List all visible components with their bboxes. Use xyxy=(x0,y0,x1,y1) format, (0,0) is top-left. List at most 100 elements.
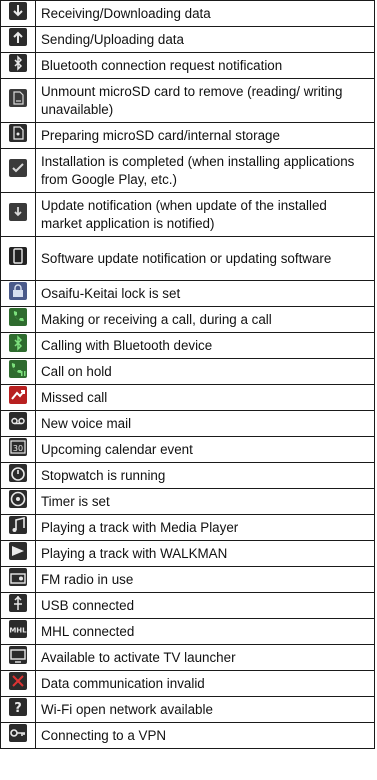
icon-description: Upcoming calendar event xyxy=(35,436,375,463)
icon-description: Call on hold xyxy=(35,358,375,385)
media-player-icon xyxy=(9,516,27,534)
icon-description: MHL connected xyxy=(35,618,375,645)
icon-cell xyxy=(0,722,36,749)
icon-cell xyxy=(0,306,36,333)
phone-call-icon xyxy=(9,308,27,326)
icon-description: Unmount microSD card to remove (reading/… xyxy=(35,78,375,123)
icon-description: Calling with Bluetooth device xyxy=(35,332,375,359)
icon-cell xyxy=(0,0,36,27)
icon-description: FM radio in use xyxy=(35,566,375,593)
icon-cell xyxy=(0,26,36,53)
legend-row: Call on hold xyxy=(0,358,375,385)
legend-row: Sending/Uploading data xyxy=(0,26,375,53)
bluetooth-request-icon xyxy=(9,54,27,72)
icon-description: Installation is completed (when installi… xyxy=(35,148,375,193)
timer-icon xyxy=(9,490,27,508)
call-hold-icon xyxy=(9,360,27,378)
icon-cell xyxy=(0,462,36,489)
legend-row: Installation is completed (when installi… xyxy=(0,148,375,193)
icon-cell xyxy=(0,332,36,359)
tv-launcher-icon xyxy=(9,646,27,664)
svg-text:MHL: MHL xyxy=(9,627,27,635)
icon-cell xyxy=(0,514,36,541)
icon-cell xyxy=(0,280,36,307)
legend-row: Software update notification or updating… xyxy=(0,236,375,281)
voicemail-icon xyxy=(9,412,27,430)
legend-row: Calling with Bluetooth device xyxy=(0,332,375,359)
legend-row: Making or receiving a call, during a cal… xyxy=(0,306,375,333)
missed-call-icon xyxy=(9,386,27,404)
update-notification-icon xyxy=(9,203,27,221)
legend-row: Available to activate TV launcher xyxy=(0,644,375,671)
icon-description: Making or receiving a call, during a cal… xyxy=(35,306,375,333)
legend-row: Bluetooth connection request notificatio… xyxy=(0,52,375,79)
icon-cell xyxy=(0,670,36,697)
icon-cell xyxy=(0,566,36,593)
legend-row: ? Wi-Fi open network available xyxy=(0,696,375,723)
download-data-icon xyxy=(9,2,27,20)
icon-description: Preparing microSD card/internal storage xyxy=(35,122,375,149)
icon-description: New voice mail xyxy=(35,410,375,437)
icon-description: Available to activate TV launcher xyxy=(35,644,375,671)
icon-cell xyxy=(0,410,36,437)
icon-description: Playing a track with WALKMAN xyxy=(35,540,375,567)
legend-row: Osaifu-Keitai lock is set xyxy=(0,280,375,307)
icon-cell xyxy=(0,644,36,671)
bluetooth-call-icon xyxy=(9,334,27,352)
icon-description: Data communication invalid xyxy=(35,670,375,697)
upload-data-icon xyxy=(9,28,27,46)
legend-row: Stopwatch is running xyxy=(0,462,375,489)
walkman-play-icon xyxy=(9,542,27,560)
vpn-key-icon xyxy=(9,724,27,742)
usb-icon xyxy=(9,594,27,612)
icon-description: Missed call xyxy=(35,384,375,411)
legend-row: Unmount microSD card to remove (reading/… xyxy=(0,78,375,123)
fm-radio-icon xyxy=(9,568,27,586)
icon-description: Sending/Uploading data xyxy=(35,26,375,53)
icon-cell xyxy=(0,236,36,281)
icon-description: Receiving/Downloading data xyxy=(35,0,375,27)
icon-cell: MHL xyxy=(0,618,36,645)
icon-cell xyxy=(0,192,36,237)
icon-cell: ? xyxy=(0,696,36,723)
legend-row: Playing a track with Media Player xyxy=(0,514,375,541)
icon-cell xyxy=(0,78,36,123)
icon-description: Wi-Fi open network available xyxy=(35,696,375,723)
wifi-open-network-icon: ? xyxy=(9,698,27,716)
icon-description: Bluetooth connection request notificatio… xyxy=(35,52,375,79)
icon-description: Playing a track with Media Player xyxy=(35,514,375,541)
legend-row: Connecting to a VPN xyxy=(0,722,375,749)
software-update-icon xyxy=(9,247,27,265)
status-icon-table: Receiving/Downloading data Sending/Upload… xyxy=(0,0,375,749)
legend-row: Playing a track with WALKMAN xyxy=(0,540,375,567)
mhl-icon: MHL xyxy=(9,620,27,638)
legend-row: New voice mail xyxy=(0,410,375,437)
legend-row: Timer is set xyxy=(0,488,375,515)
stopwatch-icon xyxy=(9,464,27,482)
icon-cell xyxy=(0,540,36,567)
icon-cell xyxy=(0,592,36,619)
legend-row: 30 Upcoming calendar event xyxy=(0,436,375,463)
icon-description: Connecting to a VPN xyxy=(35,722,375,749)
icon-cell xyxy=(0,122,36,149)
status-icon-legend: Receiving/Downloading data Sending/Upload… xyxy=(0,0,377,749)
calendar-event-icon: 30 xyxy=(9,438,27,456)
icon-cell xyxy=(0,52,36,79)
icon-cell xyxy=(0,358,36,385)
icon-cell xyxy=(0,384,36,411)
icon-description: Software update notification or updating… xyxy=(35,236,375,281)
legend-row: Data communication invalid xyxy=(0,670,375,697)
svg-text:30: 30 xyxy=(13,444,23,453)
icon-description: Stopwatch is running xyxy=(35,462,375,489)
osaifu-lock-icon xyxy=(9,282,27,300)
legend-row: Preparing microSD card/internal storage xyxy=(0,122,375,149)
icon-description: Timer is set xyxy=(35,488,375,515)
icon-description: Update notification (when update of the … xyxy=(35,192,375,237)
install-complete-icon xyxy=(9,159,27,177)
svg-text:?: ? xyxy=(14,701,22,716)
legend-row: USB connected xyxy=(0,592,375,619)
icon-cell: 30 xyxy=(0,436,36,463)
icon-description: USB connected xyxy=(35,592,375,619)
legend-row: MHL MHL connected xyxy=(0,618,375,645)
icon-cell xyxy=(0,488,36,515)
